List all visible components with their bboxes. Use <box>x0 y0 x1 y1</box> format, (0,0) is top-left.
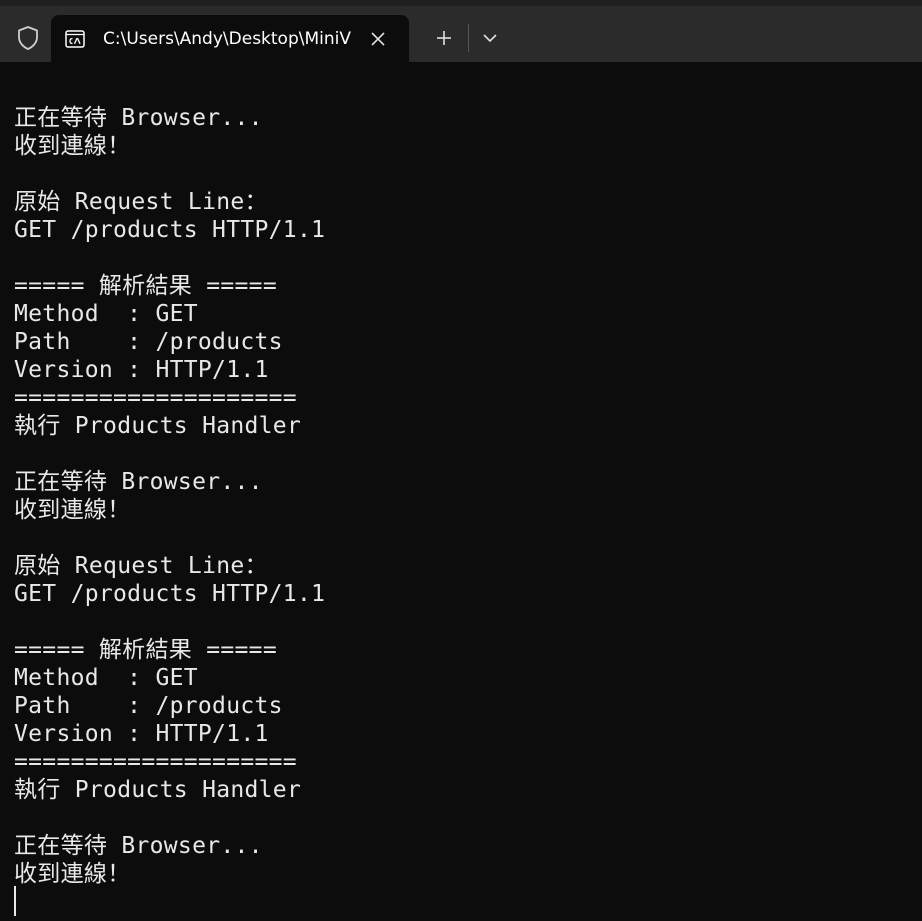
terminal-line: Path : /products <box>14 329 283 355</box>
terminal-line: Version : HTTP/1.1 <box>14 721 269 747</box>
terminal-output[interactable]: 正在等待 Browser... 收到連線！ 原始 Request Line： GET … <box>14 104 904 914</box>
terminal-line: 執行 Products Handler <box>14 413 302 439</box>
tab-active[interactable]: C:\Users\Andy\Desktop\MiniV <box>51 15 409 62</box>
terminal-line: ==================== <box>14 749 297 775</box>
terminal-line: GET /products HTTP/1.1 <box>14 581 326 607</box>
tab-strip: C:\Users\Andy\Desktop\MiniV <box>0 0 922 62</box>
terminal-line: 執行 Products Handler <box>14 777 302 803</box>
terminal-line: 收到連線！ <box>14 861 131 887</box>
terminal-window: C:\Users\Andy\Desktop\MiniV 正在等待 Browser… <box>0 0 922 921</box>
terminal-line: 收到連線！ <box>14 133 131 159</box>
shield-icon <box>18 26 38 50</box>
terminal-line: ==================== <box>14 385 297 411</box>
terminal-line: ===== 解析結果 ===== <box>14 637 277 663</box>
tab-divider <box>468 24 469 52</box>
plus-icon <box>437 31 451 45</box>
close-icon <box>371 32 385 46</box>
cmd-icon <box>65 30 85 48</box>
terminal-line: 正在等待 Browser... <box>14 469 263 495</box>
text-cursor <box>14 886 16 916</box>
terminal-line: 原始 Request Line： <box>14 189 268 215</box>
terminal-line: 原始 Request Line： <box>14 553 268 579</box>
background-window-peek <box>0 0 922 6</box>
terminal-line: Path : /products <box>14 693 283 719</box>
tab-dropdown-button[interactable] <box>474 22 506 54</box>
terminal-line: GET /products HTTP/1.1 <box>14 217 326 243</box>
terminal-line: 正在等待 Browser... <box>14 105 263 131</box>
terminal-line: ===== 解析結果 ===== <box>14 273 277 299</box>
terminal-line: Method : GET <box>14 665 198 691</box>
terminal-line: Version : HTTP/1.1 <box>14 357 269 383</box>
tab-close-button[interactable] <box>366 27 390 51</box>
terminal-line: 收到連線！ <box>14 497 131 523</box>
terminal-line: Method : GET <box>14 301 198 327</box>
tab-title: C:\Users\Andy\Desktop\MiniV <box>103 29 351 49</box>
chevron-down-icon <box>483 34 497 43</box>
new-tab-button[interactable] <box>428 22 460 54</box>
terminal-line: 正在等待 Browser... <box>14 833 263 859</box>
shield-button[interactable] <box>6 18 50 58</box>
